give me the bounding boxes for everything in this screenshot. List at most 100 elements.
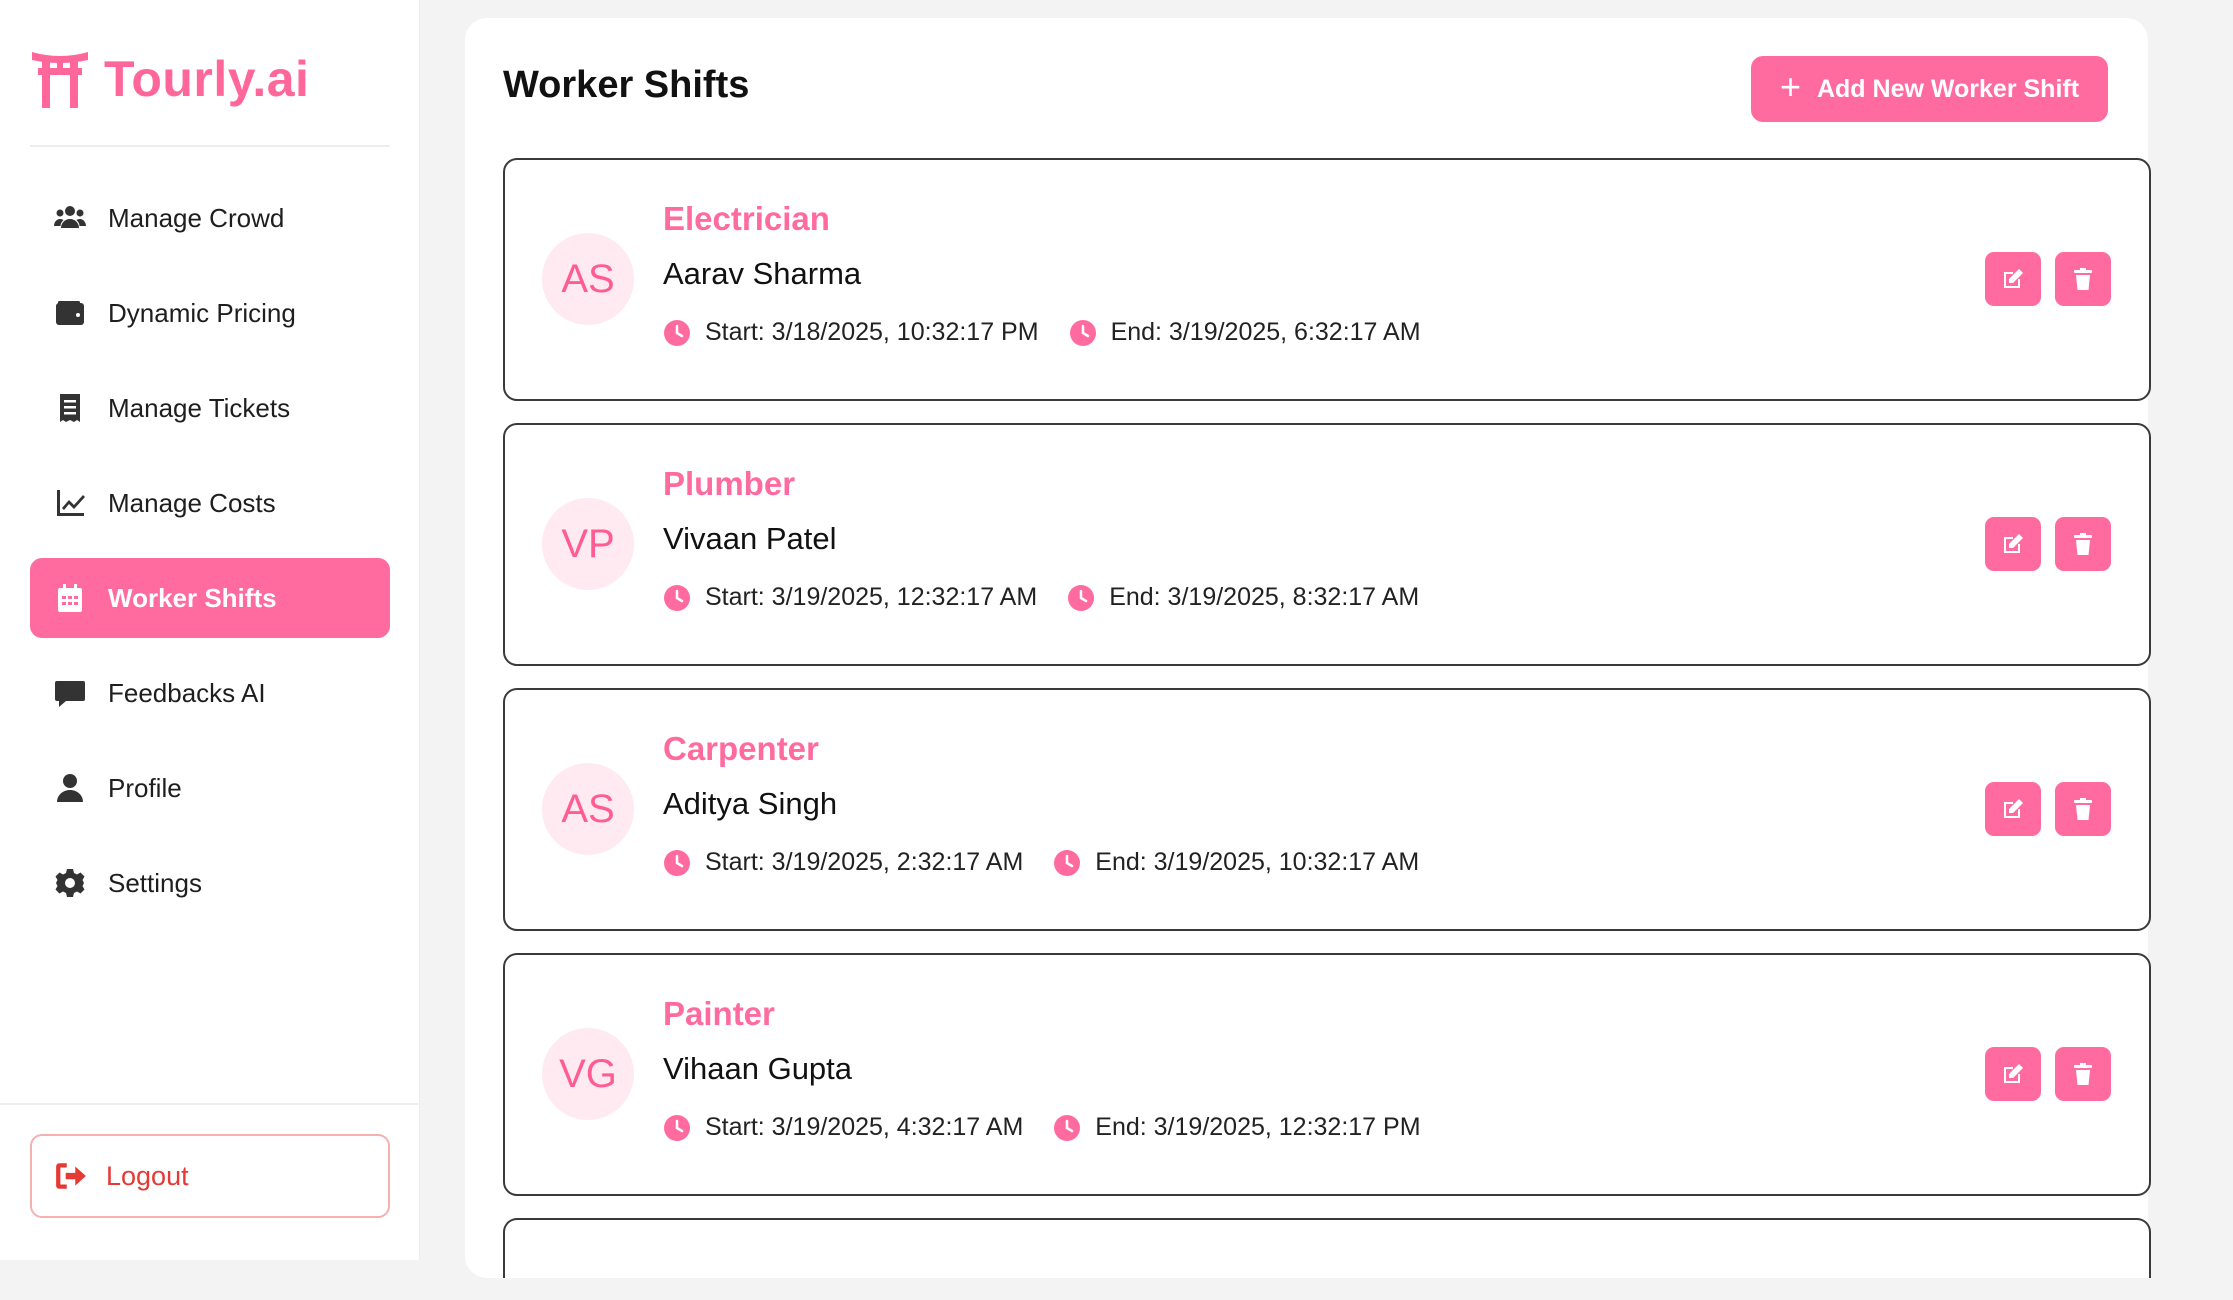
shift-card: AS Carpenter Aditya Singh Start: 3/19/20… [503,688,2151,931]
worker-name: Aarav Sharma [663,256,862,291]
brand-divider [30,145,390,147]
shift-start: Start: 3/19/2025, 12:32:17 AM [663,583,1037,612]
sidebar-item-dynamic-pricing[interactable]: Dynamic Pricing [30,273,390,353]
clock-icon [1068,584,1095,611]
clock-icon [1054,849,1081,876]
shift-times: Start: 3/19/2025, 4:32:17 AM End: 3/19/2… [663,1113,1451,1142]
worker-name: Vivaan Patel [663,521,837,556]
clock-icon [1069,319,1096,346]
sidebar-item-worker-shifts[interactable]: Worker Shifts [30,558,390,638]
edit-icon [2004,534,2023,553]
edit-button[interactable] [1985,252,2041,306]
worker-name: Aditya Singh [663,786,838,821]
card-actions [1985,1047,2111,1101]
shift-end-text: End: 3/19/2025, 12:32:17 PM [1095,1113,1421,1141]
delete-button[interactable] [2055,252,2111,306]
sidebar: Tourly.ai Manage Crowd Dynamic Pricing M… [0,0,420,1260]
shift-end: End: 3/19/2025, 6:32:17 AM [1069,318,1421,347]
sidebar-item-label: Manage Crowd [108,202,285,233]
shift-start: Start: 3/18/2025, 10:32:17 PM [663,318,1039,347]
card-actions [1985,782,2111,836]
shift-end-text: End: 3/19/2025, 6:32:17 AM [1110,318,1421,346]
shift-start-text: Start: 3/19/2025, 2:32:17 AM [705,848,1024,876]
brand[interactable]: Tourly.ai [30,48,309,110]
edit-icon [2004,799,2023,818]
edit-button[interactable] [1985,517,2041,571]
card-actions [1985,517,2111,571]
shift-role: Plumber [663,465,796,502]
sidebar-item-settings[interactable]: Settings [30,843,390,923]
trash-icon [2074,798,2092,820]
sidebar-item-feedbacks-ai[interactable]: Feedbacks AI [30,653,390,733]
page-title: Worker Shifts [503,64,750,106]
add-worker-shift-label: Add New Worker Shift [1816,74,2080,103]
receipt-icon [52,390,88,426]
wallet-icon [52,295,88,331]
users-icon [52,200,88,236]
calendar-icon [52,580,88,616]
sidebar-nav: Manage Crowd Dynamic Pricing Manage Tick… [30,178,390,938]
shift-end: End: 3/19/2025, 8:32:17 AM [1067,583,1419,612]
edit-button[interactable] [1985,782,2041,836]
chart-line-icon [52,485,88,521]
shift-start-text: Start: 3/19/2025, 12:32:17 AM [705,583,1038,611]
logout-icon [56,1163,86,1189]
shift-start-text: Start: 3/18/2025, 10:32:17 PM [705,318,1039,346]
trash-icon [2074,268,2092,290]
sidebar-item-manage-crowd[interactable]: Manage Crowd [30,178,390,258]
clock-icon [664,319,690,346]
edit-icon [2004,1064,2023,1083]
user-icon [52,770,88,806]
shift-role: Electrician [663,200,830,237]
comment-icon [52,675,88,711]
delete-button[interactable] [2055,782,2111,836]
shift-card: VP Plumber Vivaan Patel Start: 3/19/2025… [503,423,2151,666]
worker-name: Vihaan Gupta [663,1051,853,1086]
sidebar-item-label: Feedbacks AI [108,677,266,708]
sidebar-item-manage-tickets[interactable]: Manage Tickets [30,368,390,448]
edit-button[interactable] [1985,1047,2041,1101]
shift-card: VG Painter Vihaan Gupta Start: 3/19/2025… [503,953,2151,1196]
avatar: VP [542,498,634,590]
brand-name: Tourly.ai [104,51,310,107]
logout-label: Logout [106,1160,189,1191]
shift-role: Painter [663,995,775,1032]
sidebar-item-label: Dynamic Pricing [108,297,296,328]
clock-icon [664,849,690,876]
sidebar-item-label: Worker Shifts [108,582,277,613]
sidebar-item-label: Settings [108,867,202,898]
add-worker-shift-button[interactable]: + Add New Worker Shift [1751,56,2108,122]
edit-icon [2004,269,2023,288]
shift-times: Start: 3/18/2025, 10:32:17 PM End: 3/19/… [663,318,1451,347]
shift-end-text: End: 3/19/2025, 10:32:17 AM [1095,848,1420,876]
shift-start-text: Start: 3/19/2025, 4:32:17 AM [705,1113,1024,1141]
sidebar-item-label: Manage Tickets [108,392,291,423]
shift-card-partial [503,1218,2151,1278]
sidebar-item-profile[interactable]: Profile [30,748,390,828]
logout-button[interactable]: Logout [30,1134,390,1218]
delete-button[interactable] [2055,1047,2111,1101]
shift-card: AS Electrician Aarav Sharma Start: 3/18/… [503,158,2151,401]
plus-icon: + [1779,66,1801,107]
clock-icon [664,584,690,611]
clock-icon [664,1114,690,1141]
avatar: AS [542,763,634,855]
sidebar-item-label: Profile [108,772,182,803]
gear-icon [52,865,88,901]
shift-times: Start: 3/19/2025, 12:32:17 AM End: 3/19/… [663,583,1449,612]
avatar: VG [542,1028,634,1120]
torii-gate-icon [32,52,88,108]
delete-button[interactable] [2055,517,2111,571]
shift-role: Carpenter [663,730,819,767]
sidebar-bottom-divider [0,1103,420,1105]
sidebar-item-manage-costs[interactable]: Manage Costs [30,463,390,543]
shift-times: Start: 3/19/2025, 2:32:17 AM End: 3/19/2… [663,848,1449,877]
shift-end-text: End: 3/19/2025, 8:32:17 AM [1109,583,1420,611]
clock-icon [1054,1114,1081,1141]
sidebar-item-label: Manage Costs [108,487,276,518]
trash-icon [2074,533,2092,555]
avatar: AS [542,233,634,325]
shift-end: End: 3/19/2025, 12:32:17 PM [1053,1113,1421,1142]
main-panel: Worker Shifts + Add New Worker Shift AS … [465,18,2151,1278]
card-actions [1985,252,2111,306]
